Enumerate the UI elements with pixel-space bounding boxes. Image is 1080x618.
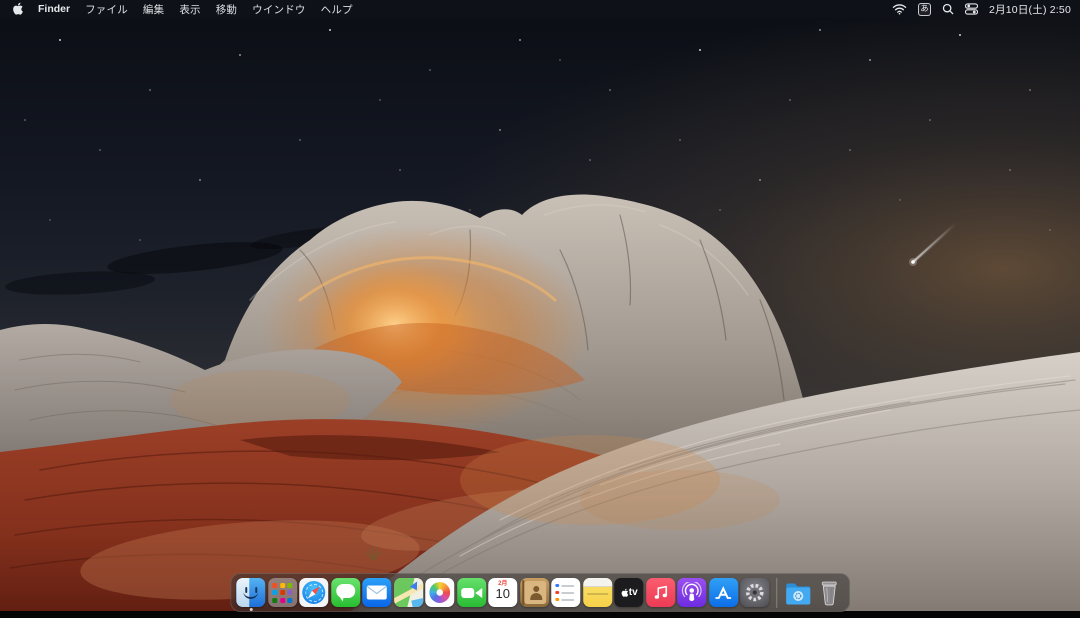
calendar-day-label: 10 [496,587,510,601]
dock-messages[interactable] [331,578,360,607]
trash-icon [815,578,844,607]
spotlight-search-icon[interactable] [942,2,954,16]
contacts-icon [520,578,549,607]
dock-notes[interactable] [583,578,612,607]
app-menu-finder[interactable]: Finder [38,3,70,15]
dock-trash[interactable] [815,578,844,607]
dock-reminders[interactable] [551,578,580,607]
reminders-icon [551,578,580,607]
safari-icon [299,578,328,607]
calendar-icon: 2月 10 [488,578,517,607]
photos-icon [425,578,454,607]
input-source-icon[interactable]: あ [918,3,931,16]
launchpad-icon [268,578,297,607]
wifi-icon[interactable] [892,2,907,16]
menu-window[interactable]: ウインドウ [252,2,306,17]
tv-label: tv [629,587,638,598]
finder-icon [236,578,265,607]
downloads-folder-icon [783,578,812,607]
menu-edit[interactable]: 編集 [143,2,164,17]
messages-icon [331,578,360,607]
menu-view[interactable]: 表示 [179,2,200,17]
dock-system-settings[interactable] [740,578,769,607]
dock-safari[interactable] [299,578,328,607]
dock: 2月 10 tv [230,573,850,612]
dock-maps[interactable] [394,578,423,607]
dock-contacts[interactable] [520,578,549,607]
dock-separator [776,578,777,608]
dock-facetime[interactable] [457,578,486,607]
input-source-label: あ [921,5,929,13]
mail-icon [362,578,391,607]
letterbox-strip [0,611,1080,618]
wallpaper-image [0,0,1080,612]
menu-help[interactable]: ヘルプ [321,2,353,17]
dock-mail[interactable] [362,578,391,607]
dock-launchpad[interactable] [268,578,297,607]
finder-running-indicator [249,608,252,611]
notes-icon [583,578,612,607]
dock-finder[interactable] [236,578,265,607]
dock-photos[interactable] [425,578,454,607]
maps-icon [394,578,423,607]
apple-tv-icon: tv [614,578,643,607]
dock-tv[interactable]: tv [614,578,643,607]
desktop: Finder ファイル 編集 表示 移動 ウインドウ ヘルプ あ [0,0,1080,618]
dock-calendar[interactable]: 2月 10 [488,578,517,607]
dock-downloads-folder[interactable] [783,578,812,607]
facetime-icon [457,578,486,607]
podcasts-icon [677,578,706,607]
menu-file[interactable]: ファイル [85,2,128,17]
system-settings-gear-icon [740,578,769,607]
control-center-icon[interactable] [965,2,978,16]
menu-go[interactable]: 移動 [216,2,237,17]
menu-bar: Finder ファイル 編集 表示 移動 ウインドウ ヘルプ あ [0,0,1080,18]
music-icon [646,578,675,607]
menu-bar-clock[interactable]: 2月10日(土) 2:50 [989,2,1071,17]
apple-menu-icon[interactable] [11,2,23,16]
dock-music[interactable] [646,578,675,607]
dock-podcasts[interactable] [677,578,706,607]
dock-app-store[interactable] [709,578,738,607]
app-store-icon [709,578,738,607]
